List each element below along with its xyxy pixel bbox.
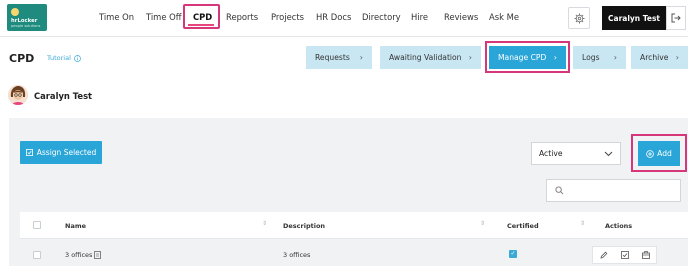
tab-awaiting-validation-label: Awaiting Validation (389, 53, 462, 62)
cpd-nav-highlight-box (183, 4, 220, 29)
chevron-right-icon: › (675, 53, 679, 62)
logout-icon (671, 13, 681, 23)
chevron-down-icon (604, 151, 613, 156)
tab-archive[interactable]: Archive › (631, 46, 688, 69)
table-row: 3 offices 3 offices ✓ (20, 243, 688, 266)
nav-ask-me[interactable]: Ask Me (489, 12, 519, 22)
tab-logs-label: Logs (582, 53, 600, 62)
header-name[interactable]: Name (65, 222, 86, 230)
nav-projects[interactable]: Projects (271, 12, 304, 22)
search-input[interactable] (546, 179, 681, 202)
top-navigation-bar: hrLocker people solutions Time On Time O… (0, 0, 688, 37)
row-description: 3 offices (283, 251, 311, 259)
validate-icon[interactable] (620, 251, 629, 259)
search-icon (555, 186, 564, 195)
tab-awaiting-validation[interactable]: Awaiting Validation › (380, 46, 481, 69)
status-filter-value: Active (539, 149, 563, 158)
user-menu-button[interactable]: Caralyn Test (602, 6, 666, 30)
chevron-right-icon: › (468, 53, 472, 62)
certified-checkbox[interactable]: ✓ (509, 250, 517, 258)
avatar-illustration-icon (8, 85, 28, 105)
document-icon (94, 251, 101, 259)
nav-time-on[interactable]: Time On (99, 12, 134, 22)
logo-mark-icon (11, 8, 19, 16)
gear-icon (573, 12, 585, 24)
header-actions: Actions (605, 222, 633, 230)
add-highlight-box (631, 134, 687, 172)
nav-reviews[interactable]: Reviews (444, 12, 478, 22)
row-name[interactable]: 3 offices (65, 251, 92, 259)
tab-requests-label: Requests (315, 53, 350, 62)
tutorial-label: Tutorial (47, 54, 71, 62)
row-actions (592, 246, 657, 264)
employee-name: Caralyn Test (34, 91, 93, 101)
manage-cpd-highlight-box (485, 41, 570, 73)
nav-directory[interactable]: Directory (362, 12, 401, 22)
table-header: Name ⇕ Description ⇕ Certified ⇕ Actions (20, 212, 688, 239)
assign-selected-label: Assign Selected (36, 148, 97, 157)
header-certified[interactable]: Certified (507, 222, 539, 230)
status-filter-select[interactable]: Active (531, 142, 621, 165)
header-description[interactable]: Description (283, 222, 325, 230)
settings-button[interactable] (568, 7, 590, 29)
nav-hr-docs[interactable]: HR Docs (316, 12, 351, 22)
archive-icon[interactable] (641, 251, 650, 259)
sort-certified-icon[interactable]: ⇕ (580, 220, 585, 227)
info-icon (74, 54, 81, 62)
company-logo[interactable]: hrLocker people solutions (7, 4, 47, 31)
logo-tagline: people solutions (11, 24, 41, 28)
chevron-right-icon: › (359, 53, 363, 62)
page-title: CPD (9, 52, 35, 65)
chevron-right-icon: › (613, 53, 617, 62)
row-checkbox[interactable] (33, 251, 41, 259)
logout-button[interactable] (666, 6, 686, 30)
assign-selected-button[interactable]: Assign Selected (20, 141, 102, 164)
avatar (8, 85, 28, 105)
nav-reports[interactable]: Reports (226, 12, 258, 22)
nav-time-off[interactable]: Time Off (146, 12, 182, 22)
tutorial-link[interactable]: Tutorial (47, 54, 81, 62)
tab-requests[interactable]: Requests › (306, 46, 372, 69)
select-all-checkbox[interactable] (33, 221, 41, 229)
sort-name-icon[interactable]: ⇕ (262, 220, 267, 227)
checkbox-icon (25, 149, 33, 156)
tab-archive-label: Archive (640, 53, 669, 62)
edit-icon[interactable] (599, 251, 608, 259)
tab-logs[interactable]: Logs › (573, 46, 626, 69)
sort-description-icon[interactable]: ⇕ (480, 220, 485, 227)
nav-hire[interactable]: Hire (411, 12, 428, 22)
